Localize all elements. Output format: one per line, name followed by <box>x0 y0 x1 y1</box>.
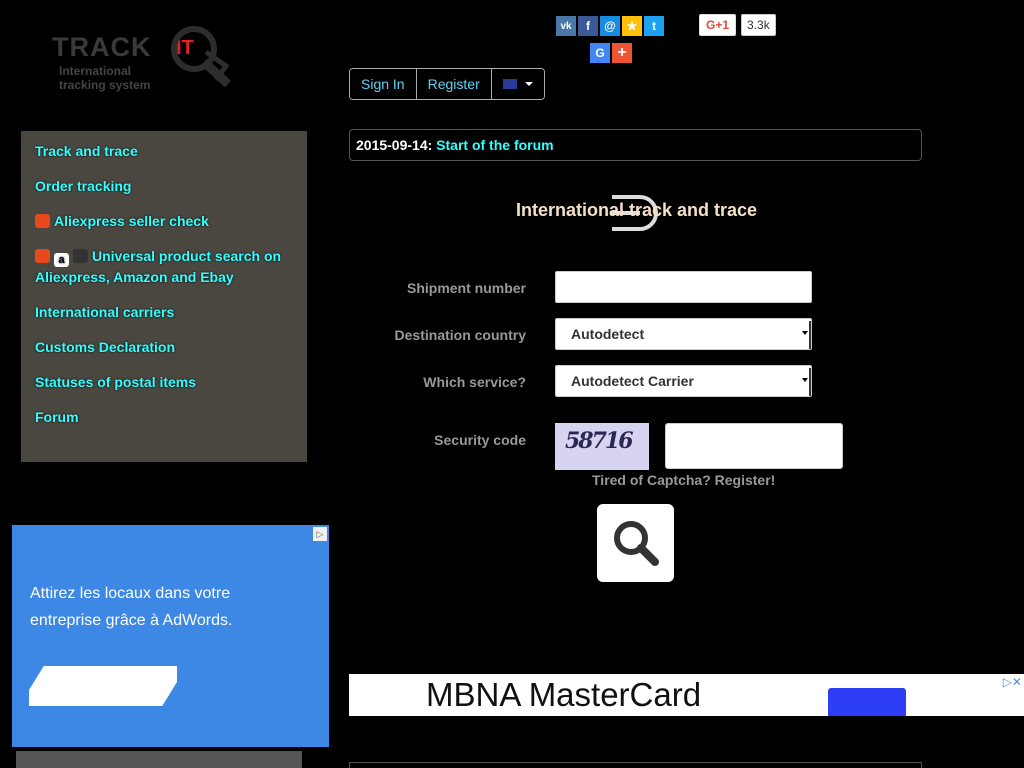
bottom-left-banner[interactable] <box>16 751 302 768</box>
star-icon[interactable]: ★ <box>622 16 642 36</box>
sidebar-item-track-and-trace[interactable]: Track and trace <box>35 141 293 161</box>
ad-left-cta[interactable] <box>29 666 177 706</box>
sidebar-item-statuses-postal[interactable]: Statuses of postal items <box>35 372 293 392</box>
form-title: International track and trace <box>515 200 758 220</box>
site-logo[interactable]: TRACK IT International tracking system <box>52 22 242 97</box>
register-button[interactable]: Register <box>416 69 492 99</box>
mail-icon[interactable]: @ <box>600 16 620 36</box>
shipment-number-label: Shipment number <box>406 280 526 296</box>
service-label: Which service? <box>423 374 526 390</box>
vk-icon[interactable]: vk <box>556 16 576 36</box>
ad-banner-go-button[interactable] <box>828 688 906 716</box>
ebay-icon <box>73 249 88 263</box>
dropdown-arrow-icon <box>802 378 808 382</box>
search-button[interactable] <box>597 504 674 582</box>
captcha-image: 58716 <box>555 423 649 470</box>
twitter-icon[interactable]: t <box>644 16 664 36</box>
service-select[interactable]: Autodetect Carrier <box>555 365 812 397</box>
sidebar-nav: Track and trace Order tracking Aliexpres… <box>21 131 307 462</box>
gplus-button[interactable]: G+1 <box>699 14 737 36</box>
adchoices-icon[interactable]: ▷ <box>313 527 327 541</box>
shipment-number-input[interactable] <box>555 271 812 303</box>
sidebar-item-universal-product-search[interactable]: a Universal product search on Aliexpress,… <box>35 246 293 287</box>
captcha-input[interactable] <box>665 423 843 469</box>
facebook-icon[interactable]: f <box>578 16 598 36</box>
logo-tagline: International tracking system <box>59 64 151 92</box>
aliexpress-icon <box>35 249 50 263</box>
sign-in-button[interactable]: Sign In <box>350 69 417 99</box>
dropdown-arrow-icon <box>802 331 808 335</box>
language-dropdown[interactable] <box>491 69 544 99</box>
logo-brand: TRACK <box>52 32 152 62</box>
auth-button-group: Sign In Register <box>349 68 545 100</box>
ad-banner-text: MBNA MasterCard <box>426 676 702 713</box>
gplus-count: 3.3k <box>741 14 776 36</box>
aliexpress-icon <box>35 214 50 228</box>
eu-flag-icon <box>502 79 517 89</box>
news-date: 2015-09-14: <box>356 137 433 153</box>
security-code-label: Security code <box>434 432 526 448</box>
destination-country-select[interactable]: Autodetect <box>555 318 812 350</box>
sidebar-item-customs-declaration[interactable]: Customs Declaration <box>35 337 293 357</box>
news-link[interactable]: Start of the forum <box>436 137 553 153</box>
plus-icon[interactable]: + <box>612 43 632 63</box>
sidebar-item-forum[interactable]: Forum <box>35 407 293 427</box>
bottom-right-panel <box>349 762 922 768</box>
sidebar-item-order-tracking[interactable]: Order tracking <box>35 176 293 196</box>
caret-down-icon <box>524 82 533 86</box>
amazon-icon: a <box>54 253 69 267</box>
social-share-bar: vk f @ ★ t <box>556 16 664 36</box>
social-share-bar-2: G + <box>590 43 632 63</box>
sidebar-item-aliexpress-seller-check[interactable]: Aliexpress seller check <box>35 211 293 231</box>
ad-left-text: Attirez les locaux dans votre entreprise… <box>30 585 233 629</box>
ad-banner-mastercard[interactable]: MBNA MasterCard ▷✕ <box>349 674 1024 716</box>
news-bar: 2015-09-14: Start of the forum <box>349 129 922 161</box>
search-icon <box>613 521 659 566</box>
gplus-widget: G+1 3.3k <box>699 14 776 36</box>
sidebar-item-international-carriers[interactable]: International carriers <box>35 302 293 322</box>
tired-of-captcha-link[interactable]: Tired of Captcha? Register! <box>592 472 775 488</box>
google-icon[interactable]: G <box>590 43 610 63</box>
ad-close-icon[interactable]: ▷✕ <box>1003 675 1022 689</box>
ad-left-adwords[interactable]: ▷ Attirez les locaux dans votre entrepri… <box>12 525 329 747</box>
destination-country-label: Destination country <box>394 327 526 343</box>
